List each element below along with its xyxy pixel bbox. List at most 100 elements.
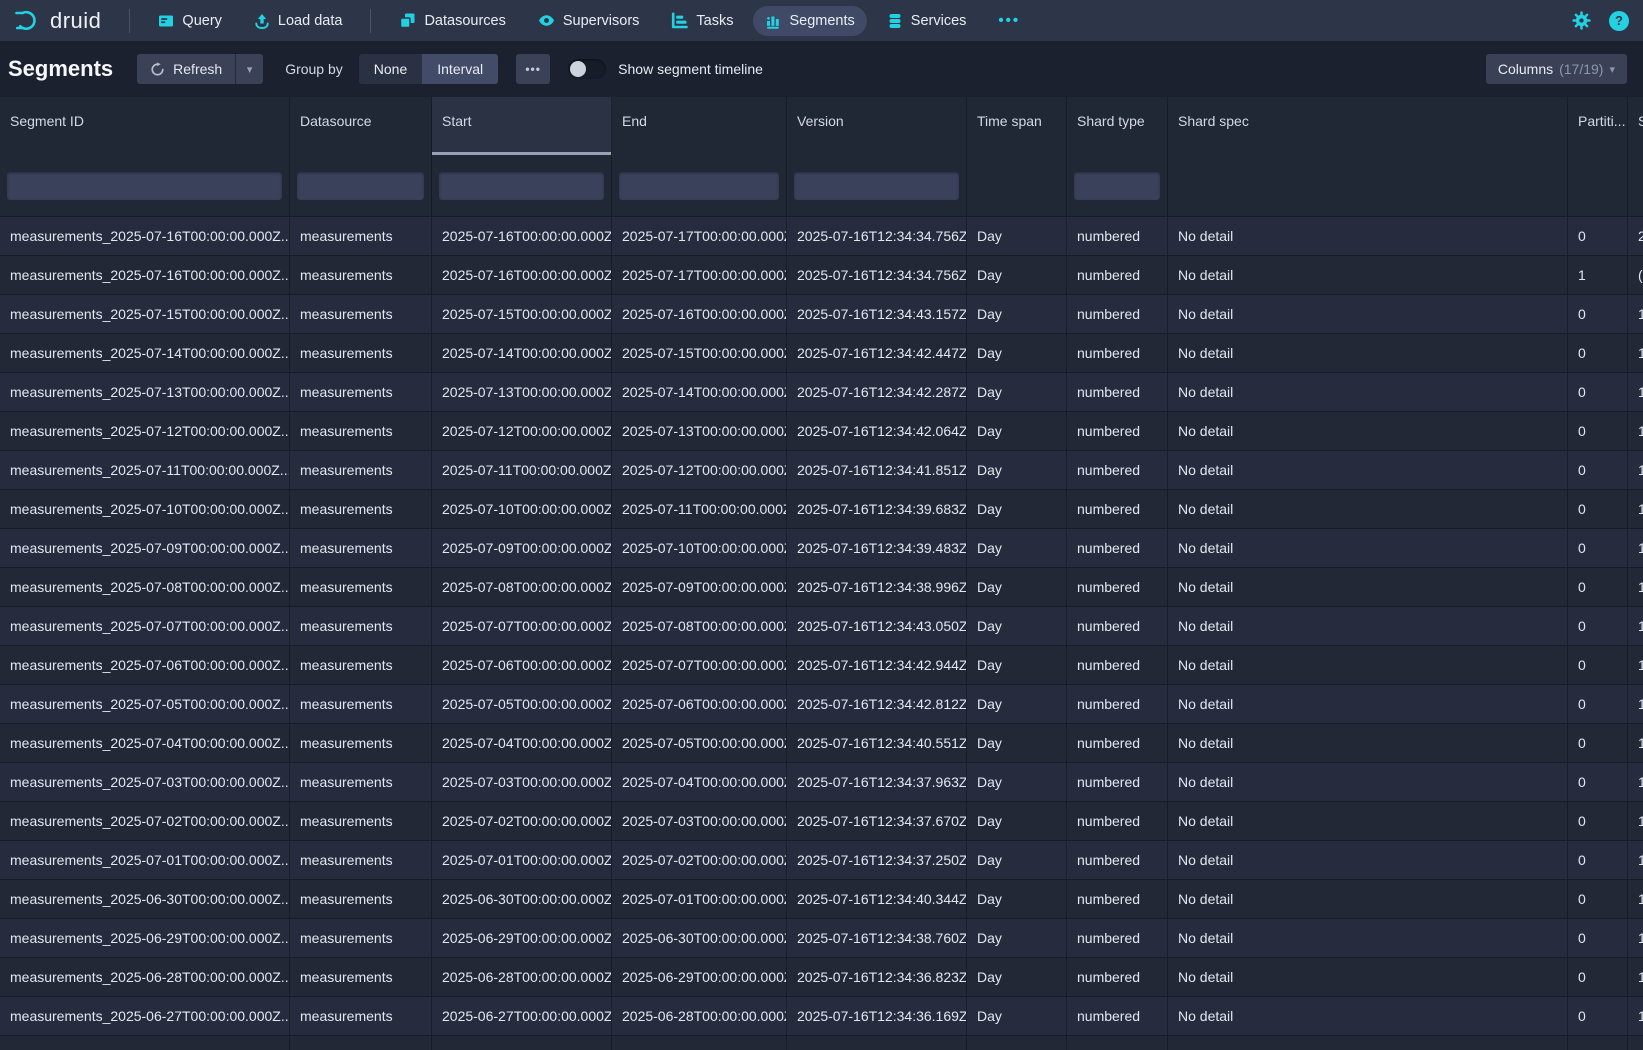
cell-datasource: measurements <box>290 373 432 411</box>
cell-datasource: measurements <box>290 763 432 801</box>
cell-id: measurements_2025-06-30T00:00:00.000Z... <box>0 880 290 918</box>
cell-shard-spec: No detail <box>1168 217 1568 255</box>
table-row[interactable]: measurements_2025-07-05T00:00:00.000Z...… <box>0 684 1643 723</box>
filter-input-shard-type[interactable] <box>1074 172 1160 200</box>
cell-partition: 0 <box>1568 607 1628 645</box>
cell-size: 1 <box>1628 1036 1643 1050</box>
table-row[interactable]: measurements_2025-07-12T00:00:00.000Z...… <box>0 411 1643 450</box>
cell-datasource: measurements <box>290 607 432 645</box>
cell-shard-type: numbered <box>1067 607 1168 645</box>
refresh-caret-button[interactable]: ▾ <box>235 54 263 84</box>
nav-item-segments[interactable]: Segments <box>753 6 866 36</box>
nav-item-services[interactable]: Services <box>875 6 979 36</box>
cell-start: 2025-07-04T00:00:00.000Z <box>432 724 612 762</box>
columns-button[interactable]: Columns (17/19) ▾ <box>1486 54 1627 84</box>
table-row[interactable]: measurements_2025-07-16T00:00:00.000Z...… <box>0 255 1643 294</box>
table-row[interactable]: measurements_2025-06-27T00:00:00.000Z...… <box>0 996 1643 1035</box>
cell-shard-type: numbered <box>1067 802 1168 840</box>
filter-input-datasource[interactable] <box>297 172 424 200</box>
nav-item-label: Supervisors <box>563 13 640 29</box>
column-header-start[interactable]: Start <box>432 97 612 155</box>
cell-start: 2025-07-03T00:00:00.000Z <box>432 763 612 801</box>
table-row[interactable]: measurements_2025-07-13T00:00:00.000Z...… <box>0 372 1643 411</box>
column-header-shard-type[interactable]: Shard type <box>1067 97 1168 155</box>
brand-name: druid <box>50 8 101 34</box>
column-header-end[interactable]: End <box>612 97 787 155</box>
table-filter-row <box>0 155 1643 216</box>
cell-time-span: Day <box>967 685 1067 723</box>
cell-datasource: measurements <box>290 256 432 294</box>
cell-datasource: measurements <box>290 490 432 528</box>
nav-item-label: Query <box>182 13 222 29</box>
table-row[interactable]: measurements_2025-07-10T00:00:00.000Z...… <box>0 489 1643 528</box>
table-row[interactable]: measurements_2025-07-15T00:00:00.000Z...… <box>0 294 1643 333</box>
cell-datasource: measurements <box>290 724 432 762</box>
nav-item-load-data[interactable]: Load data <box>242 6 355 36</box>
nav-item-supervisors[interactable]: Supervisors <box>526 5 652 36</box>
cell-end: 2025-06-27T00:00:00.000Z <box>612 1036 787 1050</box>
cell-shard-type: numbered <box>1067 958 1168 996</box>
column-header-version[interactable]: Version <box>787 97 967 155</box>
nav-item-tasks[interactable]: Tasks <box>659 5 745 36</box>
column-header-segment-id[interactable]: Segment ID <box>0 97 290 155</box>
cell-start: 2025-07-16T00:00:00.000Z <box>432 217 612 255</box>
table-row[interactable]: measurements_2025-07-08T00:00:00.000Z...… <box>0 567 1643 606</box>
cell-size: 1 <box>1628 919 1643 957</box>
table-row[interactable]: measurements_2025-07-02T00:00:00.000Z...… <box>0 801 1643 840</box>
cell-start: 2025-07-01T00:00:00.000Z <box>432 841 612 879</box>
column-header-shard-spec[interactable]: Shard spec <box>1168 97 1568 155</box>
cell-partition: 0 <box>1568 724 1628 762</box>
brand[interactable]: druid <box>14 8 117 34</box>
table-row[interactable]: measurements_2025-07-14T00:00:00.000Z...… <box>0 333 1643 372</box>
table-row[interactable]: measurements_2025-06-29T00:00:00.000Z...… <box>0 918 1643 957</box>
nav-item-datasources[interactable]: Datasources <box>387 5 517 36</box>
table-row[interactable]: measurements_2025-06-30T00:00:00.000Z...… <box>0 879 1643 918</box>
cell-datasource: measurements <box>290 295 432 333</box>
cell-end: 2025-06-30T00:00:00.000Z <box>612 919 787 957</box>
table-row[interactable]: measurements_2025-07-03T00:00:00.000Z...… <box>0 762 1643 801</box>
cell-end: 2025-07-02T00:00:00.000Z <box>612 841 787 879</box>
table-row[interactable]: measurements_2025-06-28T00:00:00.000Z...… <box>0 957 1643 996</box>
table-row[interactable]: measurements_2025-07-04T00:00:00.000Z...… <box>0 723 1643 762</box>
cell-time-span: Day <box>967 568 1067 606</box>
cell-shard-type: numbered <box>1067 217 1168 255</box>
table-row[interactable]: measurements_2025-07-09T00:00:00.000Z...… <box>0 528 1643 567</box>
table-row[interactable]: measurements_2025-07-07T00:00:00.000Z...… <box>0 606 1643 645</box>
cell-start: 2025-07-14T00:00:00.000Z <box>432 334 612 372</box>
nav-item-label: Datasources <box>424 13 505 29</box>
filter-input-version[interactable] <box>794 172 959 200</box>
filter-input-start[interactable] <box>439 172 604 200</box>
cell-partition: 0 <box>1568 997 1628 1035</box>
table-row[interactable]: measurements_2025-07-06T00:00:00.000Z...… <box>0 645 1643 684</box>
help-icon[interactable]: ? <box>1609 11 1629 31</box>
table-row[interactable]: measurements_2025-07-01T00:00:00.000Z...… <box>0 840 1643 879</box>
filter-input-segment-id[interactable] <box>7 172 282 200</box>
group-by-none-button[interactable]: None <box>359 54 422 84</box>
filter-input-end[interactable] <box>619 172 779 200</box>
cell-shard-type: numbered <box>1067 334 1168 372</box>
cell-size: 1 <box>1628 412 1643 450</box>
cell-shard-spec: No detail <box>1168 529 1568 567</box>
cell-id: measurements_2025-07-14T00:00:00.000Z... <box>0 334 290 372</box>
segment-timeline-toggle[interactable] <box>568 59 606 79</box>
column-header-size[interactable]: S <box>1628 97 1643 155</box>
cell-end: 2025-07-11T00:00:00.000Z <box>612 490 787 528</box>
group-by-segmented-control: None Interval <box>359 54 498 84</box>
column-header-partition[interactable]: Partiti... <box>1568 97 1628 155</box>
table-row[interactable]: measurements_2025-06-26T00:00:00.000Z...… <box>0 1035 1643 1050</box>
cell-end: 2025-07-17T00:00:00.000Z <box>612 256 787 294</box>
refresh-button[interactable]: Refresh <box>137 54 235 84</box>
cell-datasource: measurements <box>290 217 432 255</box>
more-options-button[interactable]: ••• <box>516 54 550 84</box>
nav-item-query[interactable]: Query <box>146 6 234 36</box>
table-row[interactable]: measurements_2025-07-11T00:00:00.000Z...… <box>0 450 1643 489</box>
settings-gear-icon[interactable] <box>1572 11 1591 30</box>
nav-more-button[interactable]: ••• <box>986 5 1032 36</box>
cell-end: 2025-07-09T00:00:00.000Z <box>612 568 787 606</box>
column-header-time-span[interactable]: Time span <box>967 97 1067 155</box>
column-header-datasource[interactable]: Datasource <box>290 97 432 155</box>
cell-size: 1 <box>1628 685 1643 723</box>
cell-id: measurements_2025-07-10T00:00:00.000Z... <box>0 490 290 528</box>
table-row[interactable]: measurements_2025-07-16T00:00:00.000Z...… <box>0 216 1643 255</box>
group-by-interval-button[interactable]: Interval <box>422 54 498 84</box>
